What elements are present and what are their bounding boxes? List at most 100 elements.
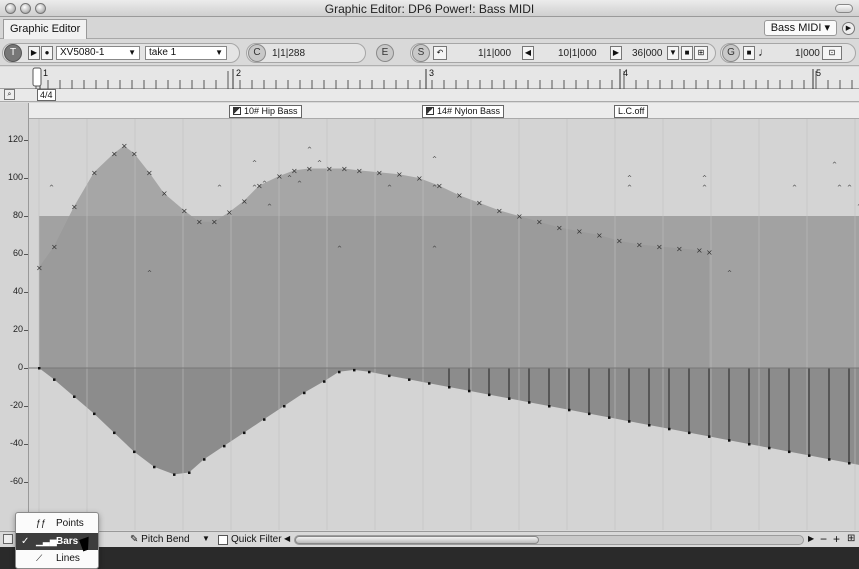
tab-graphic-editor[interactable]: Graphic Editor xyxy=(3,19,88,39)
curve-point[interactable]: × xyxy=(111,149,118,158)
resize-icon[interactable]: ⊞ xyxy=(847,533,855,544)
scatter-point[interactable]: ^ xyxy=(49,185,54,192)
scatter-point[interactable]: ^ xyxy=(217,185,222,192)
scatter-point[interactable]: ^ xyxy=(297,181,302,188)
curve-point[interactable]: × xyxy=(576,227,583,236)
curve-point[interactable]: × xyxy=(181,206,188,215)
scatter-point[interactable]: ^ xyxy=(307,147,312,154)
scatter-point[interactable]: ^ xyxy=(727,270,732,277)
take-selector[interactable]: take 1 ▼ xyxy=(145,46,227,60)
scatter-point[interactable]: ^ xyxy=(837,185,842,192)
play-track-icon[interactable]: ▶ xyxy=(28,46,40,60)
note-icon[interactable]: ♩ xyxy=(758,45,770,59)
patch-event[interactable]: 14# Nylon Bass xyxy=(422,105,505,118)
curve-point[interactable] xyxy=(528,401,531,404)
s-button[interactable]: S xyxy=(412,44,430,62)
curve-point[interactable] xyxy=(748,443,751,446)
playhead-marker[interactable] xyxy=(32,67,42,87)
curve-point[interactable]: × xyxy=(376,168,383,177)
curve-point[interactable]: × xyxy=(306,165,313,174)
scatter-point[interactable]: ^ xyxy=(287,175,292,182)
chevron-down-icon[interactable]: ▼ xyxy=(667,46,679,60)
curve-point[interactable]: × xyxy=(121,142,128,151)
curve-point[interactable]: × xyxy=(396,170,403,179)
scatter-point[interactable]: ^ xyxy=(432,185,437,192)
menu-item-lines[interactable]: ⟋ Lines xyxy=(16,550,98,567)
scatter-point[interactable]: ^ xyxy=(627,175,632,182)
curve-point[interactable]: × xyxy=(696,246,703,255)
curve-point[interactable] xyxy=(408,378,411,381)
stop-icon[interactable]: ■ xyxy=(681,46,693,60)
curve-point[interactable]: × xyxy=(146,168,153,177)
selection-middle[interactable]: 10|1|000 xyxy=(558,48,597,59)
curve-point[interactable] xyxy=(188,471,191,475)
patch-event[interactable]: L.C.off xyxy=(614,105,649,118)
curve-point[interactable] xyxy=(688,431,691,435)
c-button[interactable]: C xyxy=(248,44,266,62)
play-icon[interactable]: ▶ xyxy=(842,22,855,35)
curve-point[interactable] xyxy=(708,435,711,438)
toolbar-toggle-button[interactable] xyxy=(835,4,853,13)
scatter-point[interactable]: ^ xyxy=(252,185,257,192)
curve-point[interactable] xyxy=(223,444,226,448)
curve-point[interactable]: × xyxy=(516,212,523,221)
curve-point[interactable] xyxy=(588,412,591,416)
curve-point[interactable] xyxy=(488,393,491,397)
scatter-point[interactable]: ^ xyxy=(252,160,257,167)
scatter-point[interactable]: ^ xyxy=(702,185,707,192)
curve-point[interactable]: × xyxy=(356,166,363,175)
record-track-icon[interactable]: ● xyxy=(41,46,53,60)
counter-display[interactable]: 1|1|288 xyxy=(272,48,305,59)
curve-point[interactable] xyxy=(203,458,206,461)
grid-toggle-icon[interactable]: ⊡ xyxy=(822,46,842,60)
zoom-out-icon[interactable]: − xyxy=(820,532,827,546)
controller-selector[interactable]: ✎ Pitch Bend xyxy=(130,534,190,545)
scatter-point[interactable]: ^ xyxy=(847,185,852,192)
menu-item-points[interactable]: ƒƒ Points xyxy=(16,515,98,532)
curve-point[interactable]: × xyxy=(636,241,643,250)
curve-point[interactable]: × xyxy=(211,218,218,227)
controller-graph[interactable]: ××××××××××× ×××××× × × × × × × ×××××××× × ×× × × × × ×^… xyxy=(29,119,859,530)
curve-point[interactable] xyxy=(303,391,306,395)
t-button[interactable]: T xyxy=(4,44,22,62)
curve-point[interactable] xyxy=(728,439,731,442)
horizontal-scrollbar[interactable] xyxy=(294,535,804,545)
scatter-point[interactable]: ^ xyxy=(317,160,322,167)
curve-point[interactable] xyxy=(173,473,176,476)
arrow-left-icon[interactable]: ◀ xyxy=(522,46,534,60)
curve-point[interactable] xyxy=(243,431,246,435)
curve-point[interactable]: × xyxy=(276,172,283,181)
curve-point[interactable]: × xyxy=(161,189,168,198)
curve-point[interactable] xyxy=(568,408,571,412)
curve-point[interactable] xyxy=(283,405,286,408)
time-signature[interactable]: 4/4 xyxy=(37,89,56,101)
curve-point[interactable]: × xyxy=(536,218,543,227)
patch-event[interactable]: 10# Hip Bass xyxy=(229,105,302,118)
curve-point[interactable] xyxy=(428,382,431,385)
device-selector[interactable]: XV5080-1 ▼ xyxy=(56,46,140,60)
scatter-point[interactable]: ^ xyxy=(262,181,267,188)
curve-point[interactable]: × xyxy=(71,203,78,212)
e-button[interactable]: E xyxy=(376,44,394,62)
scrollbar-thumb[interactable] xyxy=(295,536,539,544)
curve-point[interactable]: × xyxy=(36,263,43,272)
info-icon[interactable] xyxy=(3,534,13,544)
curve-point[interactable] xyxy=(828,458,831,461)
curve-point[interactable] xyxy=(73,395,76,399)
curve-point[interactable]: × xyxy=(596,231,603,240)
quick-filter-checkbox[interactable] xyxy=(218,535,228,545)
scatter-point[interactable]: ^ xyxy=(337,245,342,252)
curve-point[interactable] xyxy=(788,450,791,454)
scatter-point[interactable]: ^ xyxy=(702,175,707,182)
curve-point[interactable] xyxy=(628,420,631,423)
curve-point[interactable]: × xyxy=(656,242,663,251)
arrow-right-icon[interactable]: ▶ xyxy=(610,46,622,60)
curve-point[interactable]: × xyxy=(556,223,563,232)
magnifier-icon[interactable]: ⌕ xyxy=(4,89,15,100)
curve-point[interactable]: × xyxy=(131,149,138,158)
scatter-point[interactable]: ^ xyxy=(792,185,797,192)
curve-point[interactable] xyxy=(153,465,156,469)
curve-point[interactable]: × xyxy=(616,237,623,246)
curve-point[interactable] xyxy=(668,427,671,431)
curve-point[interactable] xyxy=(388,374,391,378)
